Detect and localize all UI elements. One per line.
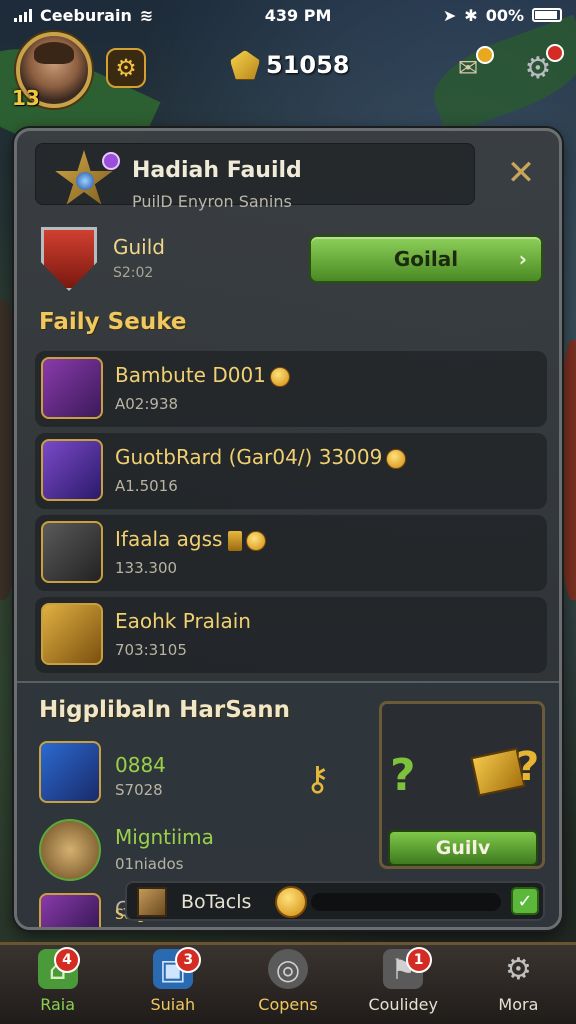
list-item[interactable]: Bambute D001 A02:938 bbox=[35, 351, 547, 427]
nav-label: Copens bbox=[258, 995, 318, 1014]
mail-notification-dot bbox=[476, 46, 494, 64]
list-item[interactable]: Eaohk Pralain 703:3105 bbox=[35, 597, 547, 673]
guild-row: Guild S2:02 Goilal › bbox=[37, 227, 547, 297]
chevron-right-icon: › bbox=[518, 247, 527, 271]
bluetooth-icon: ✱ bbox=[464, 5, 478, 25]
top-hud: 13 ⚙ 51058 ✉ ⚙ bbox=[0, 28, 576, 118]
notification-badge: 3 bbox=[175, 947, 202, 973]
guild-button-label: Goilal bbox=[393, 247, 459, 271]
item-name: Eaohk Pralain bbox=[115, 609, 251, 633]
coin-icon bbox=[386, 448, 407, 469]
avatar-hair bbox=[34, 42, 74, 64]
list-item[interactable]: Ifaala agss 133.300 bbox=[35, 515, 547, 591]
nav-item-guild[interactable]: ⚑ Coulidey 1 bbox=[346, 945, 461, 1024]
nav-item-shop[interactable]: ▣ Suiah 3 bbox=[115, 945, 230, 1024]
item-name: Migntiima bbox=[115, 825, 214, 849]
lower-section-title: Higplibaln HarSann bbox=[39, 697, 291, 723]
nav-label: Coulidey bbox=[368, 995, 438, 1014]
currency-display: 51058 bbox=[230, 50, 350, 80]
coin-icon bbox=[269, 366, 290, 387]
guild-shield-icon bbox=[41, 227, 97, 291]
emblem-orb bbox=[76, 172, 94, 190]
wifi-icon: ≋ bbox=[139, 5, 154, 25]
coupon-icon: ◎ bbox=[268, 949, 308, 989]
nav-item-home[interactable]: ⌂ Raia 4 bbox=[0, 945, 115, 1024]
emblem-badge bbox=[102, 152, 120, 170]
carrier-name: Ceeburain bbox=[40, 5, 132, 25]
coin-icon bbox=[246, 530, 267, 551]
question-icon: ? bbox=[390, 750, 416, 801]
currency-value: 51058 bbox=[266, 51, 350, 79]
reward-button[interactable]: Guilv bbox=[388, 830, 538, 866]
guild-label: Guild bbox=[113, 235, 165, 259]
nav-label: Raia bbox=[40, 995, 76, 1014]
status-bar: Ceeburain ≋ 439 PM ➤ ✱ 00% bbox=[0, 0, 576, 30]
item-icon bbox=[39, 741, 101, 803]
item-value: A02:938 bbox=[115, 395, 179, 413]
guild-button[interactable]: Goilal › bbox=[309, 235, 543, 283]
coin-icon bbox=[275, 886, 307, 918]
progress-row: BoTacls ✓ bbox=[125, 881, 545, 921]
location-icon: ➤ bbox=[442, 5, 457, 25]
battery-percent: 00% bbox=[485, 5, 524, 25]
clock: 439 PM bbox=[264, 5, 332, 25]
guild-title: Hadiah Fauild bbox=[132, 158, 302, 183]
progress-bar bbox=[311, 893, 501, 911]
close-icon[interactable]: ✕ bbox=[501, 153, 541, 193]
signal-icon bbox=[14, 8, 32, 22]
item-icon bbox=[39, 893, 101, 927]
settings-gear-icon[interactable]: ⚙ bbox=[106, 48, 146, 88]
gold-gem-icon bbox=[230, 50, 260, 80]
player-level-badge: 13 bbox=[12, 86, 40, 110]
guild-subtitle: PuilD Enyron Sanins bbox=[132, 192, 292, 211]
reward-card: ? ? Guilv bbox=[379, 701, 545, 869]
question-icon: ? bbox=[516, 744, 540, 790]
key-icon: ⚷ bbox=[305, 759, 330, 799]
gear-notification-dot bbox=[546, 44, 564, 62]
progress-label: BoTacls bbox=[181, 891, 252, 913]
check-icon[interactable]: ✓ bbox=[511, 887, 539, 915]
panel-header: Hadiah Fauild PuilD Enyron Sanins bbox=[35, 143, 475, 211]
item-value: 703:3105 bbox=[115, 641, 187, 659]
item-icon bbox=[41, 357, 103, 419]
item-value: S7028 bbox=[115, 781, 163, 799]
notification-badge: 1 bbox=[405, 947, 432, 973]
notification-badge: 4 bbox=[54, 947, 80, 973]
lower-section: Higplibaln HarSann 0884 S7028 Migntiima … bbox=[17, 681, 559, 927]
item-name: 0884 bbox=[115, 753, 166, 777]
item-name: Bambute D001 bbox=[115, 363, 290, 387]
item-name: GuotbRard (Gar04/) 33009 bbox=[115, 445, 407, 469]
more-gear-icon: ⚙ bbox=[504, 951, 532, 987]
item-name: Ifaala agss bbox=[115, 527, 267, 551]
box-icon bbox=[137, 887, 167, 917]
background-rock bbox=[560, 340, 576, 600]
item-icon bbox=[39, 819, 101, 881]
item-value: 133.300 bbox=[115, 559, 178, 577]
battery-icon bbox=[532, 8, 562, 22]
section-title: Faily Seuke bbox=[39, 309, 187, 335]
bottom-nav: ⌂ Raia 4 ▣ Suiah 3 ◎ Copens ⚑ Coulidey 1… bbox=[0, 942, 576, 1024]
gold-bar-icon bbox=[228, 530, 243, 551]
nav-item-coupons[interactable]: ◎ Copens bbox=[230, 945, 345, 1024]
guild-id: S2:02 bbox=[113, 265, 154, 281]
item-icon bbox=[41, 603, 103, 665]
item-icon bbox=[41, 439, 103, 501]
guild-panel: Hadiah Fauild PuilD Enyron Sanins ✕ Guil… bbox=[14, 128, 562, 930]
item-value: 01niados bbox=[115, 855, 184, 873]
nav-label: Suiah bbox=[150, 995, 196, 1014]
nav-label: Mora bbox=[498, 995, 539, 1014]
reward-button-label: Guilv bbox=[435, 837, 491, 859]
item-icon bbox=[41, 521, 103, 583]
item-value: A1.5016 bbox=[115, 477, 178, 495]
nav-item-more[interactable]: ⚙ Mora bbox=[461, 945, 576, 1024]
list-item[interactable]: GuotbRard (Gar04/) 33009 A1.5016 bbox=[35, 433, 547, 509]
